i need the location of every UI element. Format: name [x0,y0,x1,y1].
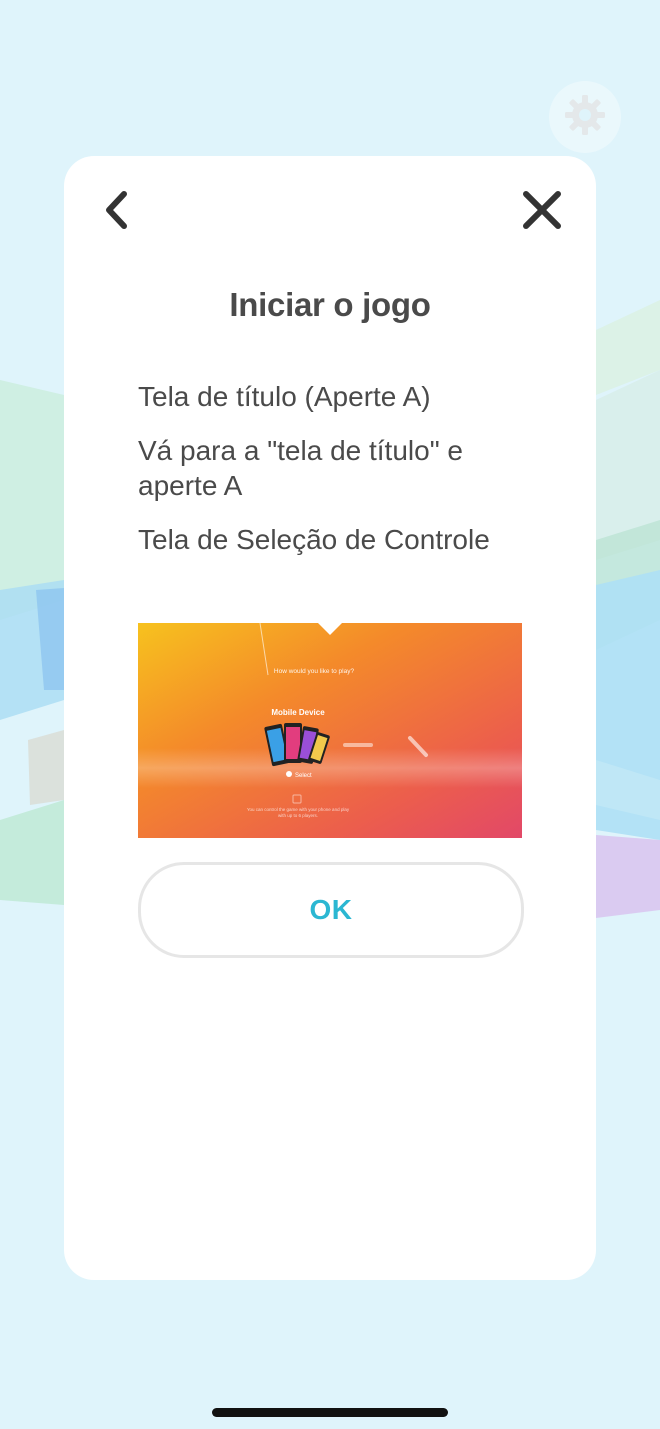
step-text: Tela de Seleção de Controle [138,524,490,555]
chevron-left-icon [100,191,136,234]
step-text: Tela de título (Aperte A) [138,381,431,412]
preview-option-label: Mobile Device [271,708,325,717]
ok-button[interactable]: OK [138,862,524,958]
gear-icon [563,93,607,142]
preview-caption: with up to 6 players. [278,813,318,818]
close-icon [520,191,564,236]
home-indicator[interactable] [212,1408,448,1417]
preview-select-label: Select [295,773,312,779]
dialog-title: Iniciar o jogo [229,286,431,323]
controller-selection-screenshot: How would you like to play? Mobile Devic… [138,623,522,838]
back-button[interactable] [100,190,136,230]
instructions-dialog: Iniciar o jogo Tela de título (Aperte A)… [64,156,596,1280]
preview-question: How would you like to play? [274,668,355,675]
instruction-steps: Tela de título (Aperte A) Vá para a "tel… [138,379,538,576]
close-button[interactable] [520,188,564,232]
settings-button[interactable] [549,81,621,153]
preview-caption: You can control the game with your phone… [247,807,350,812]
step-text: Vá para a "tela de título" e aperte A [138,435,463,501]
